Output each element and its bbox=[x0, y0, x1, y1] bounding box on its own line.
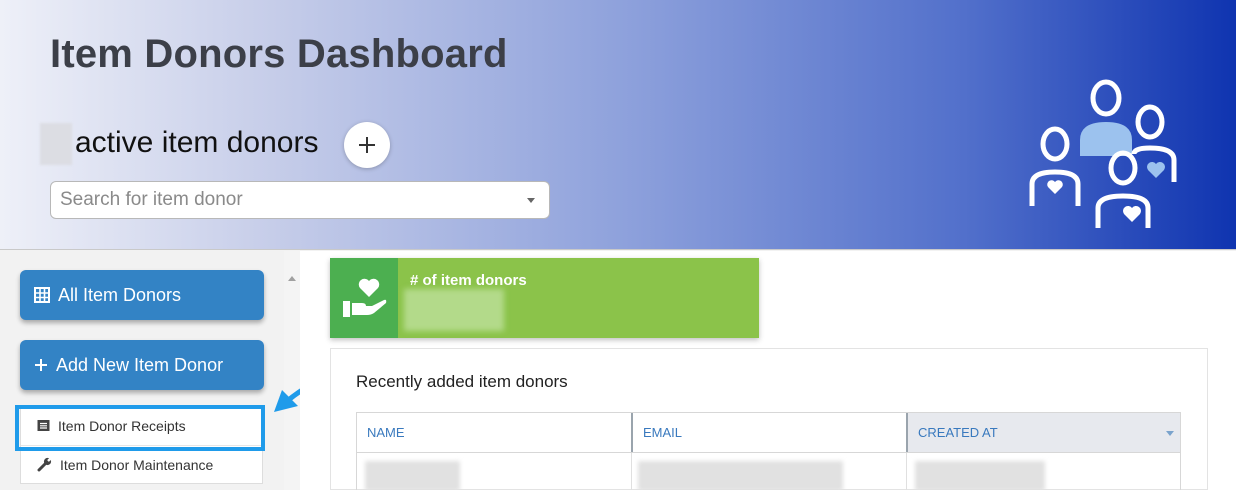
table-cell-name bbox=[357, 453, 631, 490]
all-item-donors-button[interactable]: All Item Donors bbox=[20, 270, 264, 320]
chevron-down-icon[interactable] bbox=[527, 198, 535, 203]
plus-icon bbox=[359, 137, 375, 153]
people-with-hearts-icon bbox=[1029, 79, 1177, 228]
recent-donors-table: NAME EMAIL CREATED AT bbox=[356, 412, 1181, 490]
sort-descending-icon[interactable] bbox=[1166, 431, 1174, 436]
donor-count-redacted bbox=[404, 289, 504, 331]
add-donor-circle-button[interactable] bbox=[344, 122, 390, 168]
donor-search-select[interactable] bbox=[50, 181, 550, 219]
redacted-value bbox=[365, 461, 460, 490]
all-item-donors-label: All Item Donors bbox=[58, 284, 182, 305]
column-header-label: CREATED AT bbox=[918, 425, 998, 440]
search-input[interactable] bbox=[60, 189, 510, 211]
stat-icon-box bbox=[330, 258, 398, 338]
table-row[interactable] bbox=[357, 453, 1180, 490]
annotation-highlight-box bbox=[15, 405, 265, 451]
sidebar-item-label: Item Donor Maintenance bbox=[60, 456, 214, 473]
table-cell-email bbox=[631, 453, 906, 490]
recent-donors-title: Recently added item donors bbox=[356, 372, 568, 391]
wrench-icon bbox=[37, 457, 52, 472]
scroll-up-arrow-icon[interactable] bbox=[288, 276, 296, 281]
add-new-item-donor-button[interactable]: Add New Item Donor bbox=[20, 340, 264, 390]
page-title: Item Donors Dashboard bbox=[50, 32, 508, 76]
redacted-value bbox=[915, 461, 1045, 490]
table-header-row: NAME EMAIL CREATED AT bbox=[357, 413, 1180, 453]
active-count-redacted bbox=[40, 123, 72, 165]
donor-count-card: # of item donors bbox=[330, 258, 759, 338]
redacted-value bbox=[638, 461, 843, 490]
table-grid-icon bbox=[34, 287, 50, 303]
plus-icon bbox=[35, 359, 47, 371]
dashboard-header: Item Donors Dashboard active item donors bbox=[0, 0, 1236, 250]
column-header-email[interactable]: EMAIL bbox=[631, 413, 906, 452]
add-new-item-donor-label: Add New Item Donor bbox=[56, 354, 224, 375]
column-header-created-at[interactable]: CREATED AT bbox=[906, 413, 1180, 452]
table-cell-created-at bbox=[906, 453, 1180, 490]
column-header-name[interactable]: NAME bbox=[357, 413, 631, 452]
active-donors-label: active item donors bbox=[75, 126, 319, 159]
hand-heart-icon bbox=[343, 278, 387, 317]
